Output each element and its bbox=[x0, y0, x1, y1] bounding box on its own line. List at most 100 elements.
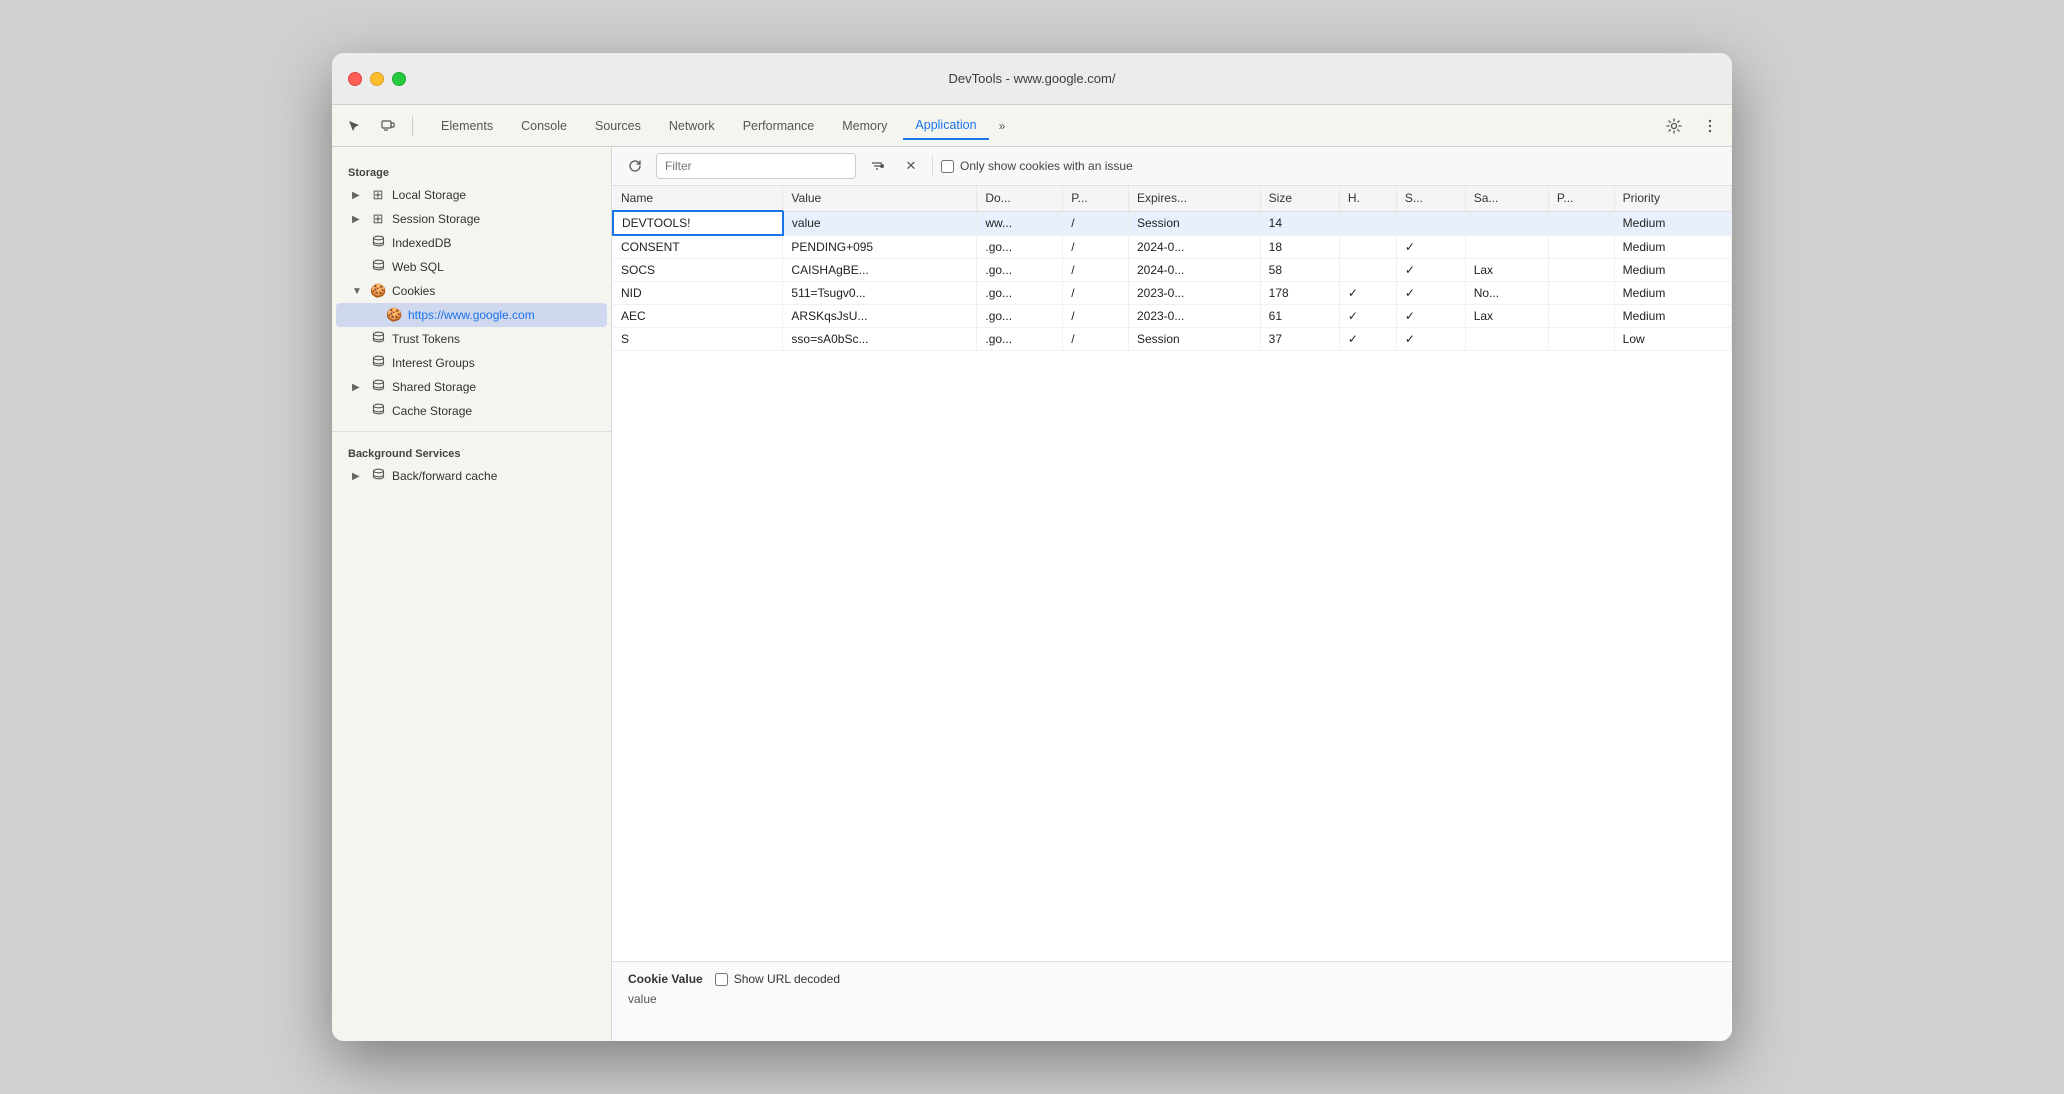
col-expires[interactable]: Expires... bbox=[1128, 186, 1260, 211]
cell-s-aec: ✓ bbox=[1396, 305, 1465, 328]
cell-name-socs: SOCS bbox=[613, 259, 783, 282]
traffic-lights bbox=[348, 72, 406, 86]
cell-expires-s: Session bbox=[1128, 328, 1260, 351]
minimize-button[interactable] bbox=[370, 72, 384, 86]
sidebar-item-websql[interactable]: Web SQL bbox=[336, 255, 607, 279]
cell-name-devtools: DEVTOOLS! bbox=[613, 211, 783, 235]
toolbar-separator bbox=[932, 156, 933, 176]
more-tabs-button[interactable]: » bbox=[993, 115, 1012, 137]
cache-storage-label: Cache Storage bbox=[392, 404, 472, 418]
cell-priority-aec: Medium bbox=[1614, 305, 1731, 328]
device-icon[interactable] bbox=[374, 112, 402, 140]
cell-value-socs: CAISHAgBE... bbox=[783, 259, 977, 282]
close-button[interactable] bbox=[348, 72, 362, 86]
cookie-value-header: Cookie Value Show URL decoded bbox=[628, 972, 1716, 986]
backforward-cache-icon bbox=[370, 468, 386, 484]
storage-section-label: Storage bbox=[332, 159, 611, 183]
sidebar-item-session-storage[interactable]: ▶ ⊞ Session Storage bbox=[336, 207, 607, 231]
tab-sources[interactable]: Sources bbox=[583, 113, 653, 139]
col-path[interactable]: P... bbox=[1063, 186, 1129, 211]
tab-network[interactable]: Network bbox=[657, 113, 727, 139]
expand-arrow-local-storage: ▶ bbox=[352, 190, 364, 201]
col-httponly[interactable]: H. bbox=[1339, 186, 1396, 211]
settings-icon[interactable] bbox=[1660, 112, 1688, 140]
tab-divider bbox=[412, 116, 413, 136]
table-row[interactable]: CONSENT PENDING+095 .go... / 2024-0... 1… bbox=[613, 235, 1732, 259]
sidebar-item-local-storage[interactable]: ▶ ⊞ Local Storage bbox=[336, 183, 607, 207]
col-value[interactable]: Value bbox=[783, 186, 977, 211]
maximize-button[interactable] bbox=[392, 72, 406, 86]
settings-area bbox=[1660, 112, 1724, 140]
more-options-icon[interactable] bbox=[1696, 112, 1724, 140]
col-partition[interactable]: P... bbox=[1548, 186, 1614, 211]
local-storage-icon: ⊞ bbox=[370, 187, 386, 203]
titlebar: DevTools - www.google.com/ bbox=[332, 53, 1732, 105]
google-cookie-icon: 🍪 bbox=[386, 307, 402, 323]
cell-sa-devtools bbox=[1465, 211, 1548, 235]
cell-value-consent: PENDING+095 bbox=[783, 235, 977, 259]
cell-value-aec: ARSKqsJsU... bbox=[783, 305, 977, 328]
sidebar-item-shared-storage[interactable]: ▶ Shared Storage bbox=[336, 375, 607, 399]
tab-application[interactable]: Application bbox=[903, 112, 988, 140]
cell-priority-s: Low bbox=[1614, 328, 1731, 351]
toolbar: ✕ Only show cookies with an issue bbox=[612, 147, 1732, 186]
refresh-button[interactable] bbox=[622, 153, 648, 179]
expand-arrow-shared: ▶ bbox=[352, 382, 364, 393]
cell-h-nid: ✓ bbox=[1339, 282, 1396, 305]
cell-s-consent: ✓ bbox=[1396, 235, 1465, 259]
cell-p-nid bbox=[1548, 282, 1614, 305]
tab-memory[interactable]: Memory bbox=[830, 113, 899, 139]
tab-console[interactable]: Console bbox=[509, 113, 579, 139]
cell-p-socs bbox=[1548, 259, 1614, 282]
cell-s-devtools bbox=[1396, 211, 1465, 235]
websql-label: Web SQL bbox=[392, 260, 444, 274]
sidebar-item-google-cookies[interactable]: 🍪 https://www.google.com bbox=[336, 303, 607, 327]
sidebar-item-interest-groups[interactable]: Interest Groups bbox=[336, 351, 607, 375]
cell-name-nid: NID bbox=[613, 282, 783, 305]
table-row[interactable]: NID 511=Tsugv0... .go... / 2023-0... 178… bbox=[613, 282, 1732, 305]
table-row[interactable]: AEC ARSKqsJsU... .go... / 2023-0... 61 ✓… bbox=[613, 305, 1732, 328]
sidebar-item-cookies[interactable]: ▼ 🍪 Cookies bbox=[336, 279, 607, 303]
cookie-value-text: value bbox=[628, 992, 1716, 1006]
col-domain[interactable]: Do... bbox=[977, 186, 1063, 211]
show-url-decoded-text: Show URL decoded bbox=[734, 972, 840, 986]
cell-size-socs: 58 bbox=[1260, 259, 1339, 282]
expand-arrow-cookies: ▼ bbox=[352, 286, 364, 297]
sidebar-separator bbox=[332, 431, 611, 432]
cell-priority-consent: Medium bbox=[1614, 235, 1731, 259]
clear-filter-button[interactable]: ✕ bbox=[898, 153, 924, 179]
only-issues-checkbox-label[interactable]: Only show cookies with an issue bbox=[941, 159, 1133, 173]
sidebar-item-backforward-cache[interactable]: ▶ Back/forward cache bbox=[336, 464, 607, 488]
cursor-icon[interactable] bbox=[340, 112, 368, 140]
cell-size-devtools: 14 bbox=[1260, 211, 1339, 235]
table-row[interactable]: SOCS CAISHAgBE... .go... / 2024-0... 58 … bbox=[613, 259, 1732, 282]
col-secure[interactable]: S... bbox=[1396, 186, 1465, 211]
cell-p-s bbox=[1548, 328, 1614, 351]
cell-priority-nid: Medium bbox=[1614, 282, 1731, 305]
cell-expires-aec: 2023-0... bbox=[1128, 305, 1260, 328]
filter-input[interactable] bbox=[656, 153, 856, 179]
col-samesite[interactable]: Sa... bbox=[1465, 186, 1548, 211]
col-name[interactable]: Name bbox=[613, 186, 783, 211]
tab-elements[interactable]: Elements bbox=[429, 113, 505, 139]
sidebar-item-indexeddb[interactable]: IndexedDB bbox=[336, 231, 607, 255]
table-row[interactable]: S sso=sA0bSc... .go... / Session 37 ✓ ✓ … bbox=[613, 328, 1732, 351]
bg-services-label: Background Services bbox=[332, 440, 611, 464]
cell-domain-socs: .go... bbox=[977, 259, 1063, 282]
show-url-decoded-label[interactable]: Show URL decoded bbox=[715, 972, 840, 986]
cell-priority-devtools: Medium bbox=[1614, 211, 1731, 235]
col-priority[interactable]: Priority bbox=[1614, 186, 1731, 211]
tab-performance[interactable]: Performance bbox=[731, 113, 827, 139]
cell-h-aec: ✓ bbox=[1339, 305, 1396, 328]
col-size[interactable]: Size bbox=[1260, 186, 1339, 211]
sidebar-item-trust-tokens[interactable]: Trust Tokens bbox=[336, 327, 607, 351]
show-url-decoded-checkbox[interactable] bbox=[715, 973, 728, 986]
table-row[interactable]: DEVTOOLS! value ww... / Session 14 Mediu… bbox=[613, 211, 1732, 235]
interest-groups-icon bbox=[370, 355, 386, 371]
cell-size-s: 37 bbox=[1260, 328, 1339, 351]
filter-settings-icon[interactable] bbox=[864, 153, 890, 179]
cache-storage-icon bbox=[370, 403, 386, 419]
cell-value-s: sso=sA0bSc... bbox=[783, 328, 977, 351]
sidebar-item-cache-storage[interactable]: Cache Storage bbox=[336, 399, 607, 423]
only-issues-checkbox[interactable] bbox=[941, 160, 954, 173]
